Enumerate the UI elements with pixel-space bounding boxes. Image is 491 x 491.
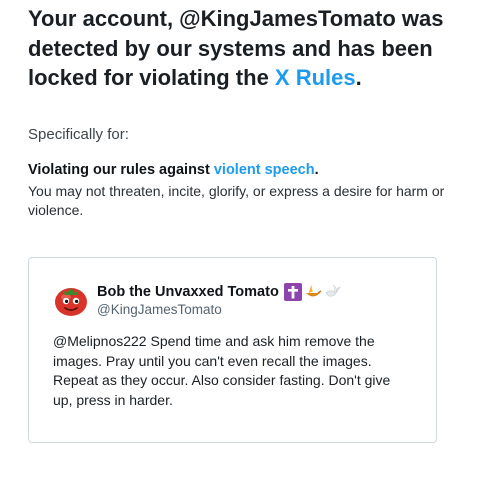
author-handle[interactable]: @KingJamesTomato <box>97 301 342 318</box>
tweet-text: @Melipnos222 Spend time and ask him remo… <box>53 333 391 408</box>
tomato-avatar-icon <box>53 282 89 318</box>
violent-speech-link[interactable]: violent speech <box>214 162 315 178</box>
rule-description: You may not threaten, incite, glorify, o… <box>28 182 445 219</box>
specifically-label: Specifically for: <box>28 125 129 143</box>
lock-headline: Your account, @KingJamesTomato was detec… <box>28 4 448 93</box>
lock-notice: Your account, @KingJamesTomato was detec… <box>28 4 448 221</box>
display-name-row: Bob the Unvaxxed Tomato <box>97 283 342 301</box>
tweet-author: Bob the Unvaxxed Tomato @KingJamesTomato <box>97 283 342 318</box>
tweet-header: Bob the Unvaxxed Tomato @KingJamesTomato <box>53 282 342 318</box>
dove-icon <box>325 284 341 297</box>
rule-title-period: . <box>314 161 319 178</box>
oil-lamp-icon <box>305 285 322 297</box>
avatar <box>53 282 89 318</box>
lock-headline-text: Your account, @KingJamesTomato was detec… <box>28 6 444 90</box>
violated-rule-title: Violating our rules against violent spee… <box>28 161 448 180</box>
name-emojis <box>283 283 342 301</box>
author-display-name[interactable]: Bob the Unvaxxed Tomato <box>97 283 279 301</box>
offending-tweet-card: Bob the Unvaxxed Tomato @KingJamesTomato… <box>28 257 437 443</box>
latin-cross-icon <box>283 283 302 301</box>
rule-title-text: Violating our rules against <box>28 161 214 178</box>
lock-headline-period: . <box>355 65 362 90</box>
x-rules-link[interactable]: X Rules <box>275 65 356 90</box>
